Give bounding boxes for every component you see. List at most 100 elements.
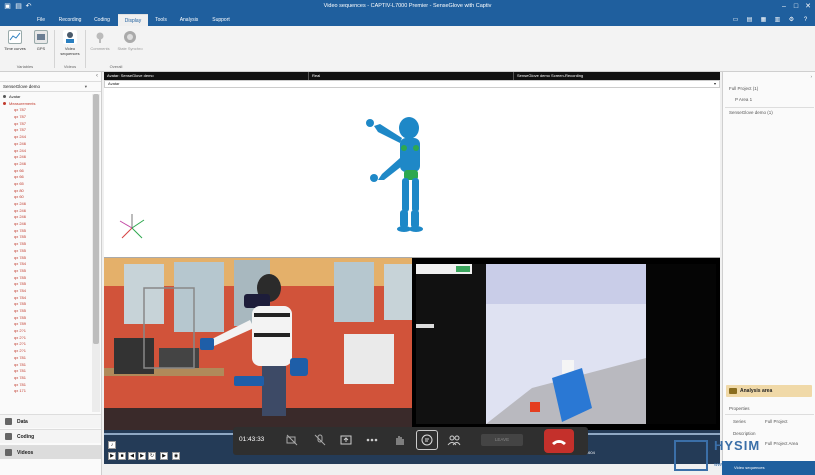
real-video-pane[interactable] (104, 258, 412, 430)
tab-support[interactable]: Support (206, 14, 236, 26)
tab-recording[interactable]: Recording (54, 14, 86, 26)
tree-measurement-item[interactable]: qx 80 (0, 188, 91, 195)
tree-measurement-item[interactable]: qx 785 (0, 248, 91, 255)
video-sequences-button[interactable]: Video sequences (57, 29, 83, 63)
header-real-view[interactable]: Real (309, 72, 514, 80)
tree-measurement-item[interactable]: qx 789 (0, 321, 91, 328)
tree-measurement-item[interactable]: qx 246 (0, 201, 91, 208)
chat-button[interactable] (416, 430, 438, 450)
analysis-area-header[interactable]: Analysis area (726, 385, 812, 397)
tree-measurement-item[interactable]: qx 65 (0, 181, 91, 188)
tree-measurement-item[interactable]: qx 2?1 (0, 335, 91, 342)
volume-icon[interactable]: ♪ (108, 441, 116, 449)
tree-measurement-item[interactable]: qx 246 (0, 208, 91, 215)
mic-off-icon[interactable] (313, 433, 327, 447)
tree-measurement-item[interactable]: qx 781 (0, 382, 91, 389)
tree-node-avatar[interactable]: Avatar (0, 94, 91, 101)
folder-icon[interactable]: ▭ (731, 16, 740, 24)
settings-icon[interactable]: ⚙ (787, 16, 796, 24)
step-back-button[interactable]: ◀ (128, 452, 136, 460)
collapse-left-icon[interactable]: ‹ (96, 73, 98, 79)
loop-button[interactable]: ↻ (148, 452, 156, 460)
leave-button[interactable]: LEAVE (481, 434, 523, 446)
tree-measurement-item[interactable]: qx 784 (0, 261, 91, 268)
camera-off-icon[interactable] (285, 433, 299, 447)
tree-measurement-item[interactable]: qx 781 (0, 375, 91, 382)
tree-measurement-item[interactable]: qx 787 (0, 114, 91, 121)
tab-analysis[interactable]: Analysis (174, 14, 204, 26)
tree-measurement-item[interactable]: qx 785 (0, 228, 91, 235)
tab-coding[interactable]: Coding (88, 14, 116, 26)
help-icon[interactable]: ? (801, 16, 810, 24)
tree-area-1[interactable]: P Area 1 (735, 97, 752, 102)
stop-button[interactable]: ■ (118, 452, 126, 460)
tree-measurement-item[interactable]: qx 785 (0, 234, 91, 241)
tree-measurement-item[interactable]: qx 781 (0, 362, 91, 369)
tree-measurement-item[interactable]: qx 785 (0, 315, 91, 322)
tree-measurement-item[interactable]: qx 171 (0, 388, 91, 395)
measurement-source-dropdown[interactable]: SenseGlove demo ▾ (0, 82, 101, 92)
collapse-right-icon[interactable]: › (811, 74, 813, 79)
tree-node-measurements[interactable]: Measurements (0, 101, 91, 108)
tree-measurement-item[interactable]: qx 785 (0, 281, 91, 288)
speed-button[interactable]: ▶ (160, 452, 168, 460)
nav-data[interactable]: Data (0, 414, 101, 428)
tree-measurement-item[interactable]: qx 60 (0, 194, 91, 201)
header-avatar-view[interactable]: Avatar: SenseGlove demo (104, 72, 309, 80)
tree-senseglove-demo[interactable]: SenseGlove demo (1) (729, 110, 773, 115)
tree-measurement-item[interactable]: qx 244 (0, 148, 91, 155)
tree-measurement-item[interactable]: qx 785 (0, 268, 91, 275)
play-button[interactable]: ▶ (108, 452, 116, 460)
layout-icon[interactable]: ▥ (773, 16, 782, 24)
tree-measurement-item[interactable]: qx 785 (0, 301, 91, 308)
tree-measurement-item[interactable]: qx 784 (0, 288, 91, 295)
minimize-button[interactable]: – (778, 1, 790, 13)
prop-series-value[interactable]: Full Project (765, 419, 788, 424)
tree-measurement-item[interactable]: qx 785 (0, 275, 91, 282)
close-button[interactable]: ✕ (802, 1, 814, 13)
tree-measurement-item[interactable]: qx 246 (0, 161, 91, 168)
tree-measurement-item[interactable]: qx 781 (0, 355, 91, 362)
avatar-viewport[interactable] (104, 88, 720, 258)
tab-tools[interactable]: Tools (150, 14, 172, 26)
scrollbar-thumb[interactable] (93, 94, 99, 344)
tree-measurement-item[interactable]: qx 785 (0, 255, 91, 262)
gps-button[interactable]: GPS (30, 29, 52, 63)
state-synchro-button[interactable]: State Synchro (116, 29, 144, 63)
tree-measurement-item[interactable]: qx 66 (0, 168, 91, 175)
more-options-icon[interactable] (365, 433, 379, 447)
tree-measurement-item[interactable]: qx 787 (0, 127, 91, 134)
tree-measurement-item[interactable]: qx 787 (0, 107, 91, 114)
tab-file[interactable]: File (30, 14, 52, 26)
time-curves-button[interactable]: Time curves (4, 29, 26, 63)
tree-measurement-item[interactable]: qx 66 (0, 174, 91, 181)
end-call-button[interactable] (544, 429, 574, 453)
tree-full-project[interactable]: Full Project (1) (729, 86, 758, 91)
participants-icon[interactable] (447, 433, 461, 447)
share-screen-icon[interactable] (339, 433, 353, 447)
comments-button[interactable]: Comments (88, 29, 112, 63)
snapshot-button[interactable]: ◉ (172, 452, 180, 460)
tree-measurement-item[interactable]: qx 787 (0, 121, 91, 128)
left-scrollbar[interactable] (92, 94, 100, 412)
tree-measurement-item[interactable]: qx 785 (0, 241, 91, 248)
tree-measurement-item[interactable]: qx 784 (0, 295, 91, 302)
tree-measurement-item[interactable]: qx 2?1 (0, 341, 91, 348)
tree-measurement-item[interactable]: qx 2?1 (0, 348, 91, 355)
tree-measurement-item[interactable]: qx 246 (0, 154, 91, 161)
tree-measurement-item[interactable]: qx 246 (0, 214, 91, 221)
avatar-pose-dropdown[interactable]: Avatar ▾ (104, 80, 720, 88)
export-icon[interactable]: ▦ (759, 16, 768, 24)
save-project-icon[interactable]: ▤ (745, 16, 754, 24)
raise-hand-icon[interactable] (393, 433, 407, 447)
screen-recording-pane[interactable] (412, 258, 720, 430)
tree-measurement-item[interactable]: qx 785 (0, 308, 91, 315)
tree-measurement-item[interactable]: qx 781 (0, 368, 91, 375)
step-forward-button[interactable]: ▶ (138, 452, 146, 460)
nav-coding[interactable]: Coding (0, 429, 101, 443)
tree-measurement-item[interactable]: qx 246 (0, 221, 91, 228)
maximize-button[interactable]: □ (790, 1, 802, 13)
tree-measurement-item[interactable]: qx 244 (0, 134, 91, 141)
header-screen-recording[interactable]: SenseGlove demo Screen-Recording (514, 72, 720, 80)
tree-measurement-item[interactable]: qx 246 (0, 141, 91, 148)
